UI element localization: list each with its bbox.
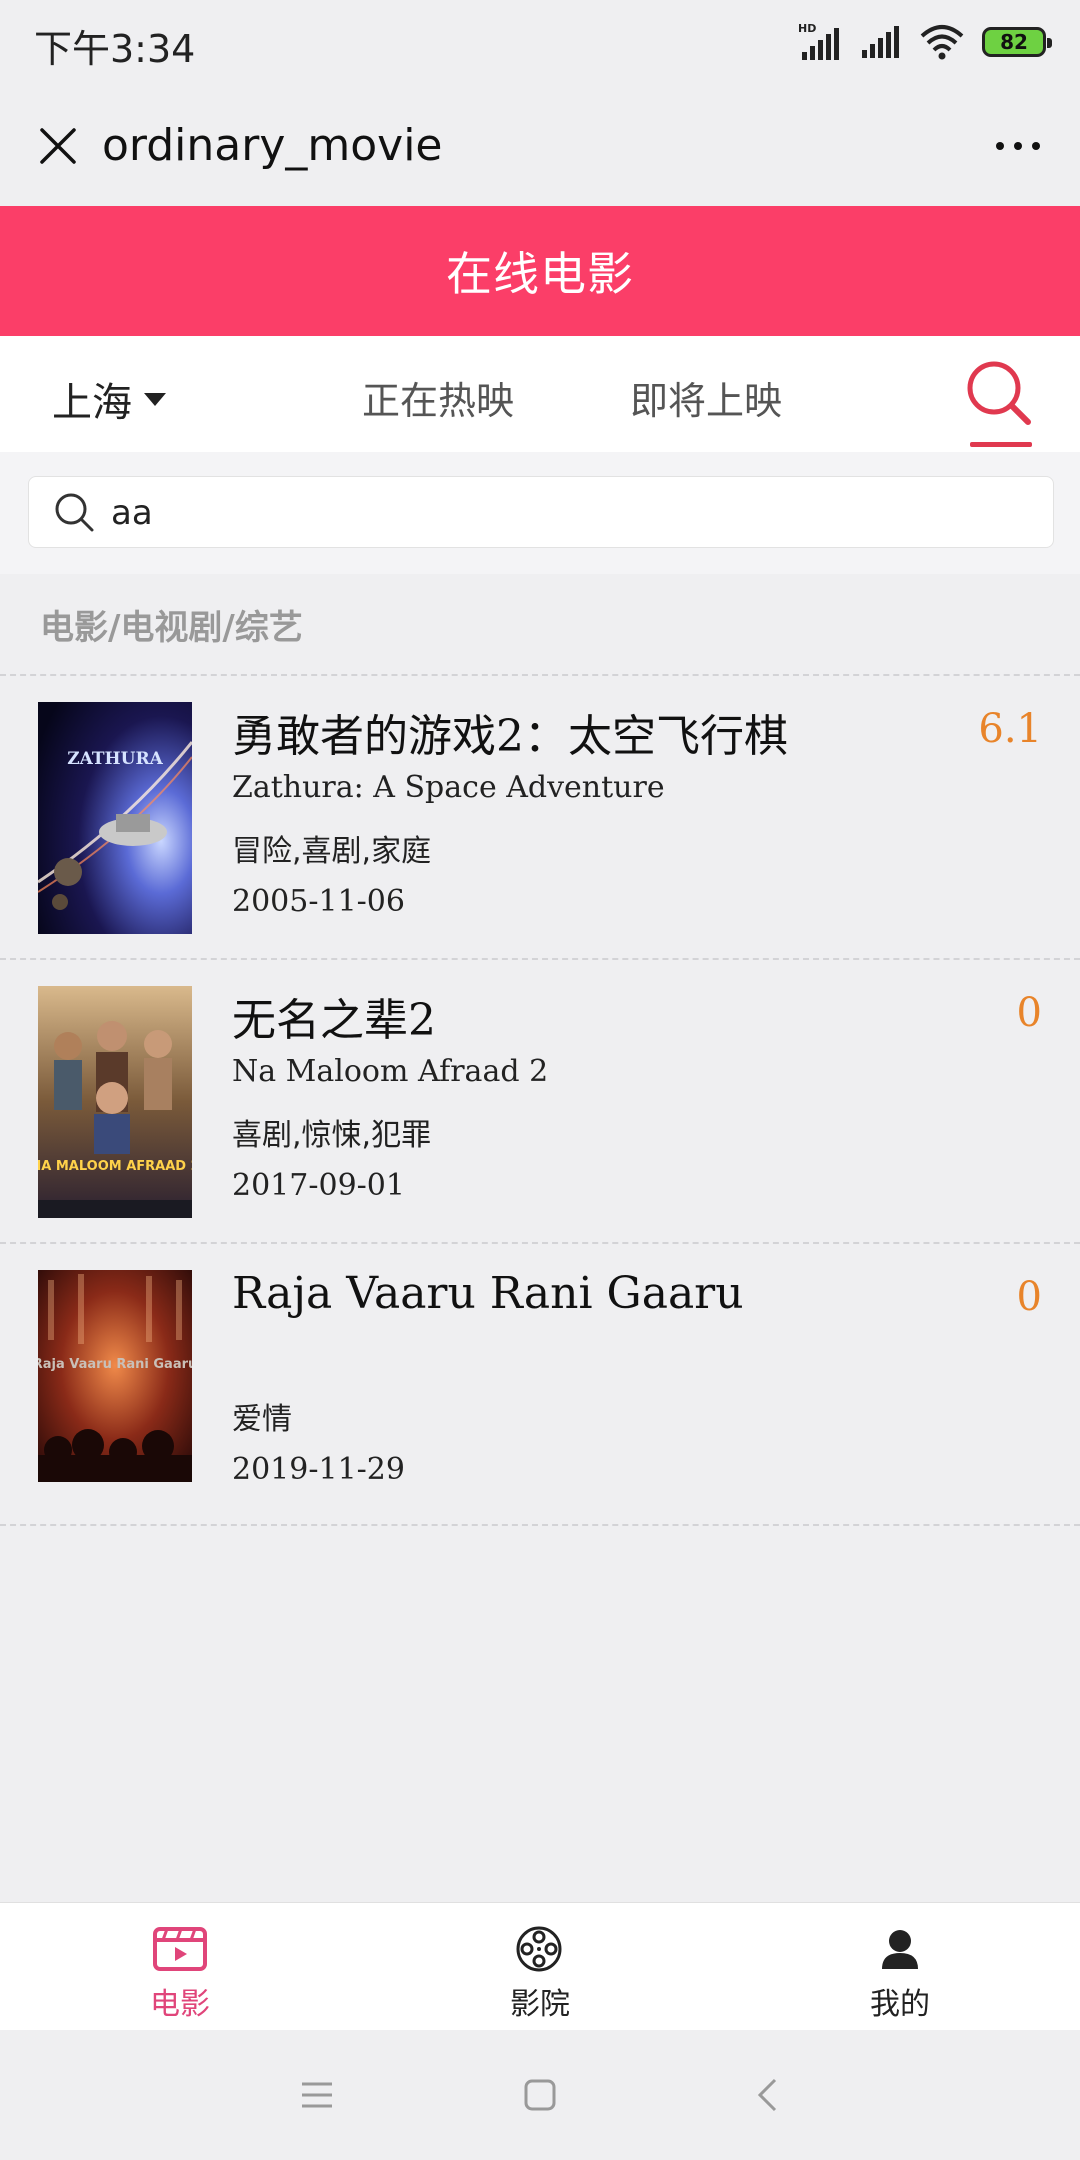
- search-icon: [967, 361, 1031, 425]
- tab-coming-soon[interactable]: 即将上映: [630, 370, 782, 425]
- poster-image: NA MALOOM AFRAAD 2: [38, 986, 192, 1218]
- movie-list: ZATHURA 勇敢者的游戏2：太空飞行棋 Zathura: A Space A…: [0, 674, 1080, 1526]
- movie-score: 6.1: [978, 706, 1042, 752]
- signal-icon: [862, 26, 899, 58]
- movie-title-en: Na Maloom Afraad 2: [232, 1054, 549, 1089]
- back-icon: [757, 2078, 777, 2112]
- movie-genre: 爱情: [232, 1402, 292, 1437]
- poster-title: NA MALOOM AFRAAD 2: [38, 1159, 192, 1174]
- movie-release-date: 2005-11-06: [232, 884, 405, 919]
- poster-title: ZATHURA: [67, 749, 163, 769]
- movie-title[interactable]: 勇敢者的游戏2：太空飞行棋: [232, 700, 788, 764]
- movie-score: 0: [1016, 1274, 1042, 1320]
- movie-genre: 喜剧,惊悚,犯罪: [232, 1118, 432, 1153]
- bottom-tab-label: 电影: [150, 1987, 210, 2022]
- list-item[interactable]: Raja Vaaru Rani Gaaru Raja Vaaru Rani Ga…: [0, 1242, 1080, 1526]
- network-label: HD: [798, 22, 816, 35]
- more-dot-icon: [996, 142, 1004, 150]
- mini-program-titlebar: ordinary_movie: [0, 86, 1080, 206]
- movie-poster[interactable]: Raja Vaaru Rani Gaaru: [38, 1270, 192, 1482]
- close-button[interactable]: [26, 114, 90, 178]
- hd-signal-icon: HD: [798, 22, 839, 60]
- app-header: 在线电影: [0, 206, 1080, 336]
- movie-score: 0: [1016, 990, 1042, 1036]
- status-icons: HD 82: [798, 18, 1052, 66]
- search-box[interactable]: [28, 476, 1054, 548]
- poster-image: Raja Vaaru Rani Gaaru: [38, 1270, 192, 1482]
- film-reel-icon: [516, 1926, 562, 1972]
- more-dot-icon: [1014, 142, 1022, 150]
- battery-level: 82: [1000, 30, 1028, 54]
- movie-poster[interactable]: NA MALOOM AFRAAD 2: [38, 986, 192, 1218]
- movie-release-date: 2017-09-01: [232, 1168, 405, 1203]
- section-label: 电影/电视剧/综艺: [40, 608, 303, 648]
- battery-icon: 82: [982, 27, 1052, 57]
- page-title: ordinary_movie: [102, 120, 443, 171]
- tab-now-playing[interactable]: 正在热映: [362, 370, 514, 425]
- more-button[interactable]: [982, 114, 1054, 178]
- bottom-tab-label: 我的: [870, 1987, 930, 2022]
- bottom-tab-me[interactable]: 我的: [800, 1925, 1000, 2023]
- movie-title[interactable]: 无名之辈2: [232, 984, 436, 1048]
- close-icon: [40, 128, 76, 164]
- bottom-tab-cinema[interactable]: 影院: [440, 1925, 640, 2023]
- caret-down-icon: [144, 392, 166, 406]
- list-item[interactable]: ZATHURA 勇敢者的游戏2：太空飞行棋 Zathura: A Space A…: [0, 674, 1080, 958]
- movie-title-en: Zathura: A Space Adventure: [232, 770, 665, 805]
- wifi-icon: [920, 25, 964, 60]
- city-selector[interactable]: 上海: [52, 370, 166, 428]
- menu-button[interactable]: [292, 2070, 342, 2120]
- active-tab-indicator: [970, 442, 1032, 447]
- nav-tabs: 上海 正在热映 即将上映: [0, 336, 1080, 453]
- movie-title[interactable]: Raja Vaaru Rani Gaaru: [232, 1268, 744, 1319]
- city-label: 上海: [52, 380, 132, 426]
- poster-title: Raja Vaaru Rani Gaaru: [38, 1357, 192, 1372]
- film-icon: [153, 1927, 207, 1971]
- back-button[interactable]: [742, 2070, 792, 2120]
- tab-search[interactable]: [964, 358, 1034, 428]
- more-dot-icon: [1032, 142, 1040, 150]
- home-icon: [524, 2079, 556, 2111]
- search-area: [0, 452, 1080, 574]
- movie-release-date: 2019-11-29: [232, 1452, 405, 1487]
- status-time: 下午3:34: [34, 27, 196, 71]
- search-icon: [55, 493, 94, 532]
- bottom-tab-bar: 电影 影院 我的: [0, 1902, 1080, 2031]
- search-input[interactable]: [109, 485, 1013, 541]
- bottom-tab-label: 影院: [510, 1987, 570, 2022]
- user-icon: [882, 1930, 918, 1969]
- list-item[interactable]: NA MALOOM AFRAAD 2 无名之辈2 Na Maloom Afraa…: [0, 958, 1080, 1242]
- poster-image: ZATHURA: [38, 702, 192, 934]
- bottom-tab-movie[interactable]: 电影: [80, 1925, 280, 2023]
- status-bar: 下午3:34 HD 82: [0, 0, 1080, 86]
- movie-poster[interactable]: ZATHURA: [38, 702, 192, 934]
- menu-icon: [302, 2082, 332, 2108]
- system-navigation-bar: [0, 2030, 1080, 2160]
- movie-genre: 冒险,喜剧,家庭: [232, 834, 432, 869]
- home-button[interactable]: [515, 2070, 565, 2120]
